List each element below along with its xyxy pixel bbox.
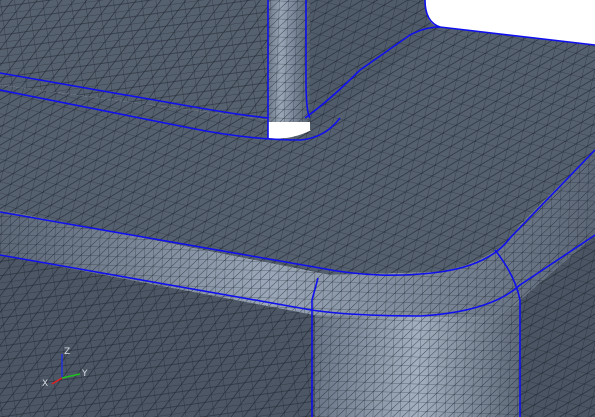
y-axis-label: Y — [81, 369, 88, 379]
column-face — [268, 0, 310, 122]
z-axis-label: Z — [64, 347, 70, 357]
mesh-viewport[interactable]: Z X Y — [0, 0, 595, 417]
y-axis-icon — [61, 373, 81, 379]
axis-triad: Z X Y — [38, 340, 98, 390]
x-axis-label: X — [42, 379, 48, 389]
x-axis-icon — [51, 377, 63, 385]
